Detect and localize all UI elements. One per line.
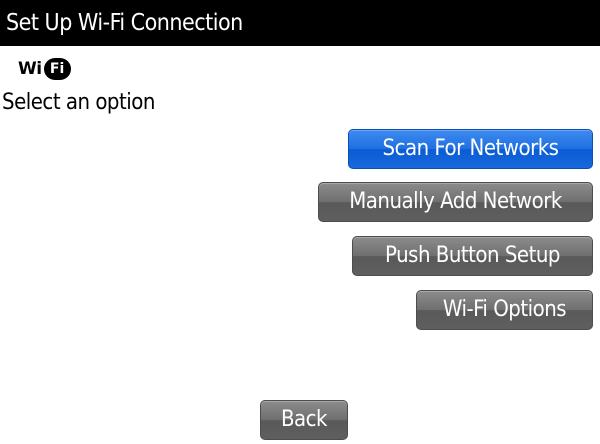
scan-for-networks-button[interactable]: Scan For Networks <box>348 129 593 169</box>
manually-add-network-button[interactable]: Manually Add Network <box>318 182 593 222</box>
wifi-logo-fi-badge: Fi <box>43 58 71 80</box>
push-button-setup-button[interactable]: Push Button Setup <box>352 236 593 276</box>
wifi-options-button[interactable]: Wi-Fi Options <box>416 290 593 330</box>
screen-title: Set Up Wi-Fi Connection <box>0 0 600 46</box>
back-button[interactable]: Back <box>260 400 348 440</box>
select-option-prompt: Select an option <box>2 90 155 115</box>
wifi-logo-icon: Wi Fi <box>18 56 71 82</box>
wifi-setup-screen: Set Up Wi-Fi Connection Wi Fi Select an … <box>0 0 600 444</box>
wifi-logo-wi-text: Wi <box>18 59 42 79</box>
